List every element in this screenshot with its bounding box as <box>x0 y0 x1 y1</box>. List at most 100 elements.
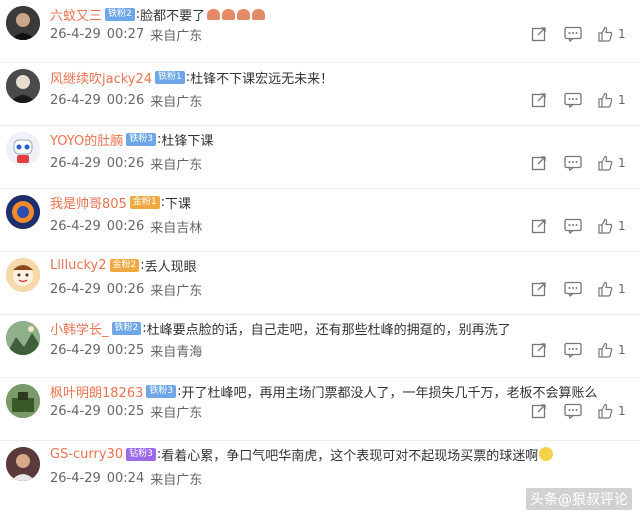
share-icon[interactable] <box>530 280 548 298</box>
like-icon[interactable] <box>596 402 614 420</box>
share-icon[interactable] <box>530 341 548 359</box>
comment-icon[interactable] <box>564 217 582 235</box>
comment-icon[interactable] <box>564 341 582 359</box>
avatar[interactable] <box>6 6 40 40</box>
like-count: 1 <box>618 282 626 296</box>
comment-location: 来自广东 <box>150 472 203 488</box>
comment-time: 00:24 <box>106 470 145 486</box>
like-icon[interactable] <box>596 91 614 109</box>
comment-location: 来自青海 <box>150 344 203 360</box>
comment-item: 小韩学长_ 铁粉2 : 杜峰要点脸的话，自己走吧，还有那些杜峰的拥趸的，别再洗了… <box>0 315 640 378</box>
fan-badge: 铁粉3 <box>146 384 177 398</box>
avatar[interactable] <box>6 195 40 229</box>
comment-icon[interactable] <box>564 154 582 172</box>
like-icon[interactable] <box>596 154 614 172</box>
fan-badge: 铁粉2 <box>105 7 135 21</box>
comment-item: YOYO的肚腩 铁粉3 : 杜锋下课 26-4-29 00:26 来自广东 1 <box>0 126 640 189</box>
avatar[interactable] <box>6 69 40 103</box>
avatar[interactable] <box>6 321 40 355</box>
like-icon[interactable] <box>596 341 614 359</box>
like-icon[interactable] <box>596 217 614 235</box>
comment-date: 26-4-29 <box>50 218 101 234</box>
action-bar: 1 <box>530 402 630 420</box>
comment-text: 下课 <box>164 196 191 212</box>
username[interactable]: 风继续吹jacky24 <box>50 68 152 87</box>
action-bar: 1 <box>530 154 630 172</box>
comment-icon[interactable] <box>564 91 582 109</box>
comment-location: 来自广东 <box>150 28 203 44</box>
fan-badge: 钻粉3 <box>126 447 156 461</box>
avatar[interactable] <box>6 447 40 481</box>
avatar[interactable] <box>6 132 40 166</box>
like-icon[interactable] <box>596 25 614 43</box>
comment-date: 26-4-29 <box>50 155 101 171</box>
comment-icon[interactable] <box>564 25 582 43</box>
comment-item: 六蚊又三 铁粉2 : 脸都不要了 26-4-29 00:27 来自广东 1 <box>0 0 640 63</box>
comment-list: 六蚊又三 铁粉2 : 脸都不要了 26-4-29 00:27 来自广东 1 风继… <box>0 0 640 512</box>
cartoon-face-icon <box>6 258 40 292</box>
comment-item: 风继续吹jacky24 铁粉1 : 杜锋不下课宏远无未来！ 26-4-29 00… <box>0 63 640 126</box>
comment-text: 杜峰要点脸的话，自己走吧，还有那些杜峰的拥趸的，别再洗了 <box>146 322 511 338</box>
comment-icon[interactable] <box>564 402 582 420</box>
fan-badge: 金粉2 <box>109 258 140 272</box>
share-icon[interactable] <box>530 154 548 172</box>
like-count: 1 <box>618 343 626 357</box>
share-icon[interactable] <box>530 25 548 43</box>
person-photo-icon <box>6 447 40 481</box>
username[interactable]: YOYO的肚腩 <box>50 130 123 149</box>
username[interactable]: 六蚊又三 <box>50 5 102 24</box>
share-icon[interactable] <box>530 217 548 235</box>
robot-avatar-icon <box>6 132 40 166</box>
emoji-icon <box>237 8 251 20</box>
comment-date: 26-4-29 <box>50 281 101 297</box>
like-count: 1 <box>618 93 626 107</box>
like-count: 1 <box>618 404 626 418</box>
comment-icon[interactable] <box>564 280 582 298</box>
comment-text: 杜锋不下课宏远无未来！ <box>190 71 334 87</box>
emoji-icon <box>207 8 221 20</box>
fan-badge: 铁粉2 <box>111 321 142 335</box>
comment-time: 00:26 <box>106 281 145 297</box>
username[interactable]: Llllucky2 <box>50 258 107 273</box>
comment-item: 我是帅哥805 金粉1 : 下课 26-4-29 00:26 来自吉林 1 <box>0 189 640 252</box>
anime-avatar-icon <box>6 195 40 229</box>
like-count: 1 <box>618 219 626 233</box>
smile-emoji-icon <box>539 447 554 461</box>
person-photo-icon <box>6 6 40 40</box>
comment-text: 脸都不要了 <box>140 8 206 24</box>
comment-location: 来自广东 <box>150 283 203 299</box>
comment-location: 来自广东 <box>150 94 203 110</box>
username[interactable]: GS-curry30 <box>50 447 123 462</box>
comment-date: 26-4-29 <box>50 26 101 42</box>
comment-text: 杜锋下课 <box>161 133 214 149</box>
comment-text: 看着心累，争口气吧华南虎，这个表现可对不起现场买票的球迷啊 <box>161 448 539 464</box>
like-count: 1 <box>618 156 626 170</box>
landscape-avatar-icon <box>6 384 40 418</box>
comment-date: 26-4-29 <box>50 403 101 419</box>
comment-date: 26-4-29 <box>50 470 101 486</box>
comment-item: Llllucky2 金粉2 : 丢人现眼 26-4-29 00:26 来自广东 … <box>0 252 640 315</box>
landscape-avatar-icon <box>6 321 40 355</box>
comment-time: 00:25 <box>106 403 145 419</box>
fan-badge: 铁粉1 <box>155 70 185 84</box>
avatar[interactable] <box>6 258 40 292</box>
person-photo-icon <box>6 69 40 103</box>
action-bar: 1 <box>530 280 630 298</box>
like-icon[interactable] <box>596 280 614 298</box>
share-icon[interactable] <box>530 402 548 420</box>
comment-time: 00:26 <box>106 155 145 171</box>
comment-time: 00:26 <box>106 218 145 234</box>
username[interactable]: 我是帅哥805 <box>50 193 127 212</box>
avatar[interactable] <box>6 384 40 418</box>
comment-time: 00:26 <box>106 92 145 108</box>
like-count: 1 <box>618 27 626 41</box>
emoji-icon <box>252 8 266 20</box>
comment-time: 00:27 <box>106 26 145 42</box>
comment-location: 来自广东 <box>150 405 203 421</box>
share-icon[interactable] <box>530 91 548 109</box>
fan-badge: 金粉1 <box>129 195 160 209</box>
action-bar: 1 <box>530 91 630 109</box>
username[interactable]: 小韩学长_ <box>50 319 109 338</box>
comment-date: 26-4-29 <box>50 92 101 108</box>
username[interactable]: 枫叶明朗18263 <box>50 382 143 401</box>
